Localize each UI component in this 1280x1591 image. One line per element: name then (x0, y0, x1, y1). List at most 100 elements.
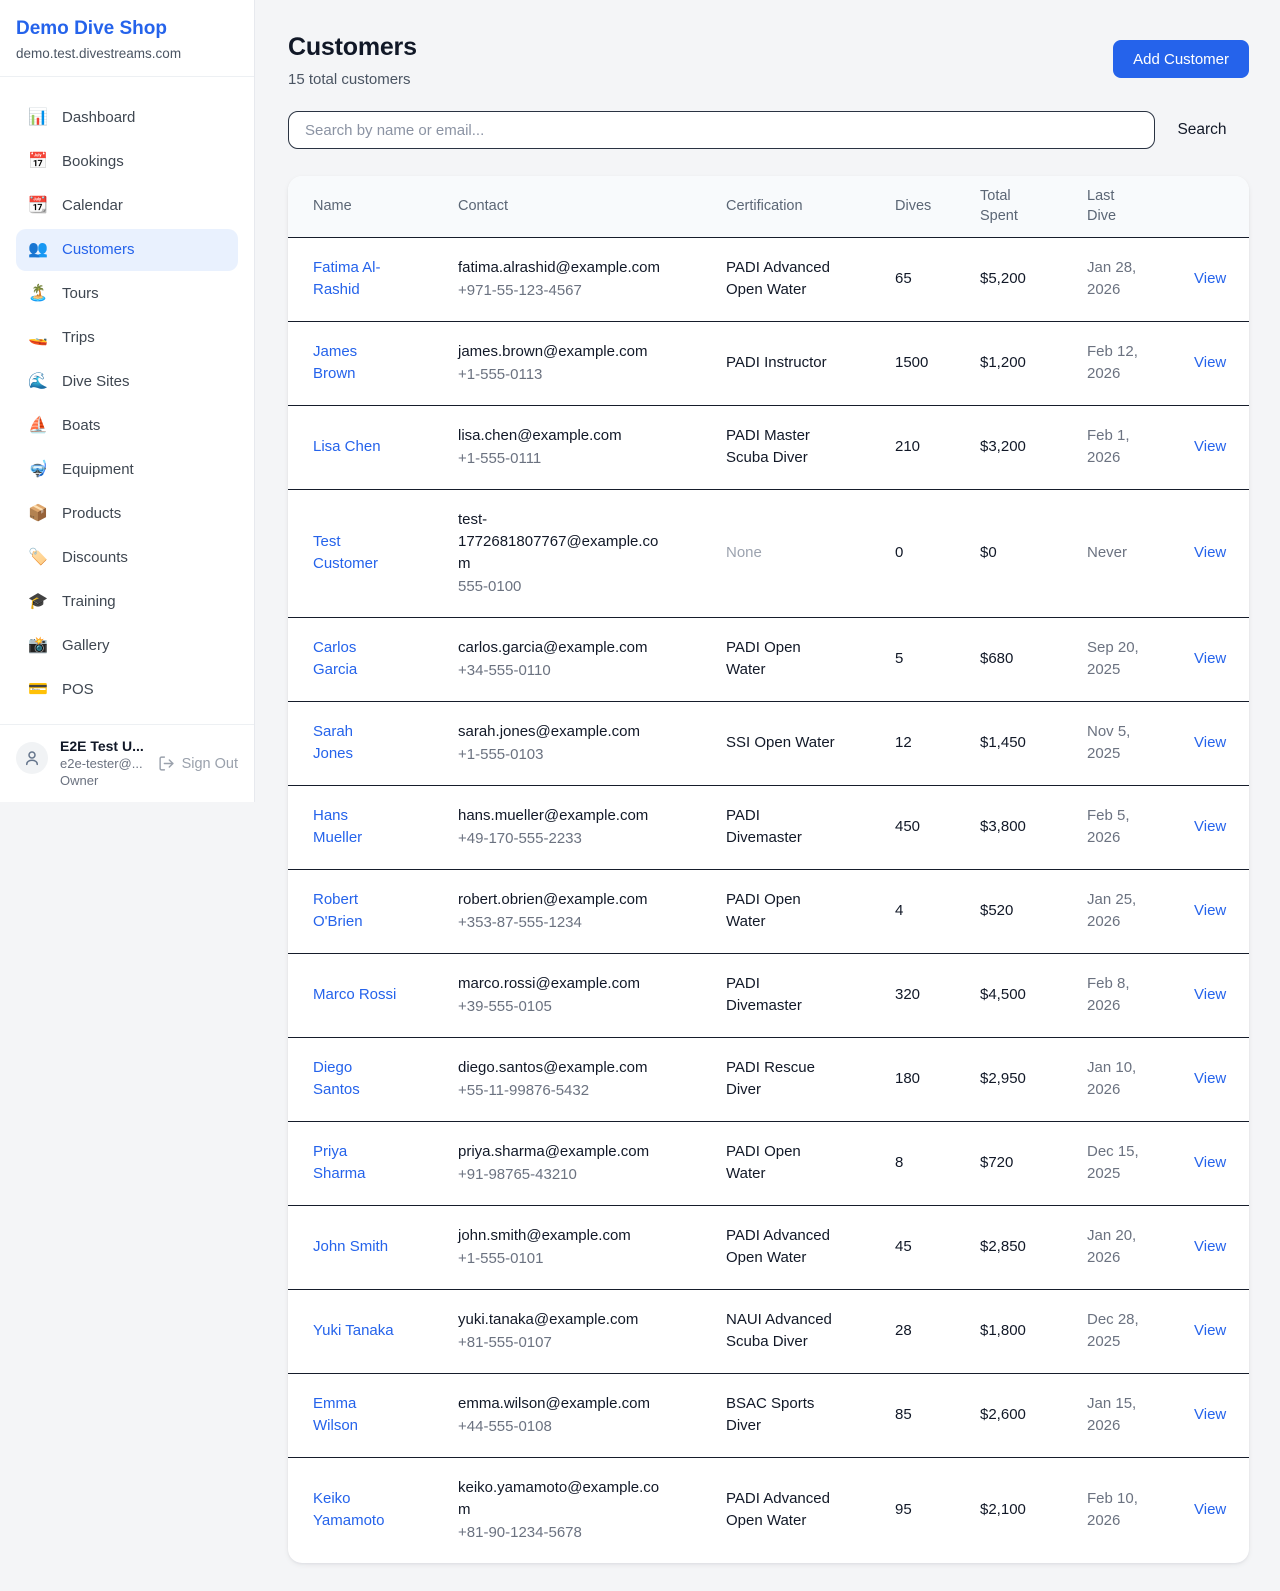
customer-certification: PADI Advanced Open Water (702, 1205, 871, 1289)
customer-name-link[interactable]: Hans Mueller (313, 807, 362, 846)
customer-name-link[interactable]: Carlos Garcia (313, 639, 357, 678)
customer-certification: PADI Rescue Diver (702, 1037, 871, 1121)
customer-total-spent: $5,200 (956, 237, 1063, 321)
column-header-name: Name (288, 176, 434, 237)
search-input[interactable] (288, 111, 1155, 149)
diving-mask-icon: 🤿 (28, 459, 48, 481)
view-link[interactable]: View (1194, 902, 1226, 919)
view-link[interactable]: View (1194, 544, 1226, 561)
view-link[interactable]: View (1194, 1154, 1226, 1171)
customer-actions-cell: View (1154, 617, 1249, 701)
customer-total-spent: $2,600 (956, 1373, 1063, 1457)
customer-total-spent: $3,200 (956, 405, 1063, 489)
search-button[interactable]: Search (1155, 121, 1249, 139)
customer-email: test-1772681807767@example.com (458, 509, 662, 575)
people-icon: 👥 (28, 239, 48, 261)
page-header: Customers 15 total customers Add Custome… (288, 33, 1249, 88)
sidebar-item-gallery[interactable]: 📸Gallery (16, 625, 238, 667)
customer-email: marco.rossi@example.com (458, 973, 662, 995)
view-link[interactable]: View (1194, 438, 1226, 455)
sidebar-item-tours[interactable]: 🏝️ Tours (16, 273, 238, 315)
customer-name-cell: James Brown (288, 321, 434, 405)
view-link[interactable]: View (1194, 650, 1226, 667)
customer-dives: 12 (871, 701, 956, 785)
customer-actions-cell: View (1154, 1205, 1249, 1289)
column-header-total-spent: Total Spent (956, 176, 1063, 237)
sidebar-item-pos[interactable]: 💳POS (16, 669, 238, 711)
customer-contact-cell: james.brown@example.com+1-555-0113 (434, 321, 702, 405)
sidebar-item-customers[interactable]: 👥Customers (16, 229, 238, 271)
customer-name-link[interactable]: Marco Rossi (313, 986, 396, 1003)
sidebar-item-label: Tours (62, 283, 99, 305)
customer-name-link[interactable]: John Smith (313, 1238, 388, 1255)
view-link[interactable]: View (1194, 1406, 1226, 1423)
customer-email: yuki.tanaka@example.com (458, 1309, 662, 1331)
customer-name-link[interactable]: Diego Santos (313, 1059, 360, 1098)
view-link[interactable]: View (1194, 1501, 1226, 1518)
view-link[interactable]: View (1194, 354, 1226, 371)
customer-total-spent: $680 (956, 617, 1063, 701)
customer-total-spent: $520 (956, 869, 1063, 953)
sidebar-item-bookings[interactable]: 📅Bookings (16, 141, 238, 183)
customer-certification: PADI Open Water (702, 869, 871, 953)
customer-name-cell: Test Customer (288, 489, 434, 617)
customer-name-link[interactable]: Robert O'Brien (313, 891, 363, 930)
sidebar-item-boats[interactable]: ⛵Boats (16, 405, 238, 447)
sidebar-item-calendar[interactable]: 📆Calendar (16, 185, 238, 227)
customer-last-dive: Feb 10, 2026 (1063, 1457, 1154, 1563)
customer-name-link[interactable]: Sarah Jones (313, 723, 353, 762)
customer-contact-cell: fatima.alrashid@example.com+971-55-123-4… (434, 237, 702, 321)
customer-name-link[interactable]: Priya Sharma (313, 1143, 366, 1182)
credit-card-icon: 💳 (28, 679, 48, 701)
island-icon: 🏝️ (28, 283, 48, 305)
customer-actions-cell: View (1154, 321, 1249, 405)
customer-email: james.brown@example.com (458, 341, 662, 363)
customer-contact-cell: hans.mueller@example.com+49-170-555-2233 (434, 785, 702, 869)
customer-total-spent: $1,800 (956, 1289, 1063, 1373)
view-link[interactable]: View (1194, 270, 1226, 287)
sidebar-item-training[interactable]: 🎓Training (16, 581, 238, 623)
customer-name-cell: Yuki Tanaka (288, 1289, 434, 1373)
sidebar-item-dive-sites[interactable]: 🌊Dive Sites (16, 361, 238, 403)
sailboat-icon: ⛵ (28, 415, 48, 437)
sign-out-button[interactable]: Sign Out (158, 755, 238, 772)
view-link[interactable]: View (1194, 1238, 1226, 1255)
customer-contact-cell: test-1772681807767@example.com555-0100 (434, 489, 702, 617)
customer-phone: +91-98765-43210 (458, 1164, 662, 1186)
customer-last-dive: Never (1063, 489, 1154, 617)
view-link[interactable]: View (1194, 986, 1226, 1003)
sidebar-item-products[interactable]: 📦Products (16, 493, 238, 535)
column-header-actions (1154, 176, 1249, 237)
sidebar-item-trips[interactable]: 🚤Trips (16, 317, 238, 359)
customer-name-link[interactable]: Emma Wilson (313, 1395, 358, 1434)
customer-name-link[interactable]: Test Customer (313, 533, 378, 572)
customer-email: sarah.jones@example.com (458, 721, 662, 743)
customer-phone: +1-555-0111 (458, 448, 662, 470)
add-customer-button[interactable]: Add Customer (1113, 40, 1249, 78)
customer-name-link[interactable]: Fatima Al-Rashid (313, 259, 381, 298)
wave-icon: 🌊 (28, 371, 48, 393)
customer-email: john.smith@example.com (458, 1225, 662, 1247)
customer-name-link[interactable]: Lisa Chen (313, 438, 381, 455)
view-link[interactable]: View (1194, 818, 1226, 835)
customer-contact-cell: sarah.jones@example.com+1-555-0103 (434, 701, 702, 785)
sidebar-item-label: Bookings (62, 151, 124, 173)
customer-total-spent: $1,450 (956, 701, 1063, 785)
customer-dives: 8 (871, 1121, 956, 1205)
sidebar-item-label: Products (62, 503, 121, 525)
customer-name-cell: Carlos Garcia (288, 617, 434, 701)
customer-actions-cell: View (1154, 869, 1249, 953)
main-content: Customers 15 total customers Add Custome… (255, 0, 1280, 1591)
customer-email: keiko.yamamoto@example.com (458, 1477, 662, 1521)
view-link[interactable]: View (1194, 1322, 1226, 1339)
view-link[interactable]: View (1194, 1070, 1226, 1087)
customer-name-link[interactable]: Keiko Yamamoto (313, 1490, 384, 1529)
sidebar-nav: 📊Dashboard📅Bookings📆Calendar👥Customers🏝️… (0, 77, 254, 724)
sidebar-item-dashboard[interactable]: 📊Dashboard (16, 97, 238, 139)
sidebar-item-equipment[interactable]: 🤿Equipment (16, 449, 238, 491)
customer-name-link[interactable]: James Brown (313, 343, 357, 382)
sidebar-item-discounts[interactable]: 🏷️Discounts (16, 537, 238, 579)
view-link[interactable]: View (1194, 734, 1226, 751)
customer-name-link[interactable]: Yuki Tanaka (313, 1322, 394, 1339)
customer-phone: +353-87-555-1234 (458, 912, 662, 934)
